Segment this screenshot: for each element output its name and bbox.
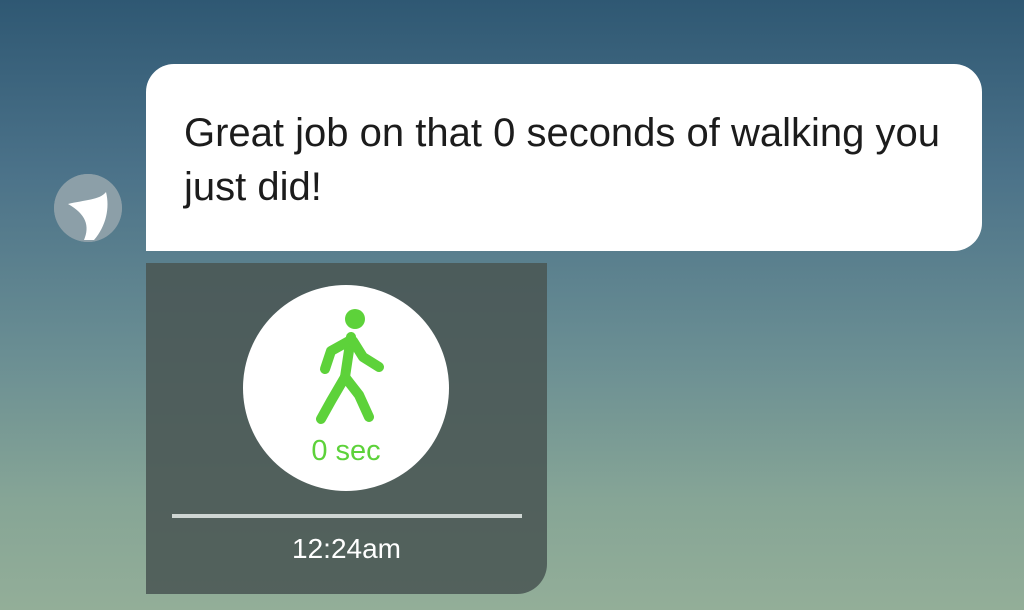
message-text: Great job on that 0 seconds of walking y… (184, 111, 941, 209)
walking-person-icon (316, 309, 384, 424)
bot-avatar[interactable] (54, 174, 122, 242)
activity-timestamp: 12:24am (292, 533, 401, 564)
message-bubble: Great job on that 0 seconds of walking y… (146, 64, 982, 251)
activity-duration: 0 sec (311, 435, 381, 467)
activity-card[interactable]: 0 sec 12:24am (146, 263, 547, 594)
card-divider (172, 514, 522, 518)
activity-summary-circle[interactable]: 0 sec (243, 285, 449, 491)
leaf-logo-icon (54, 174, 122, 242)
